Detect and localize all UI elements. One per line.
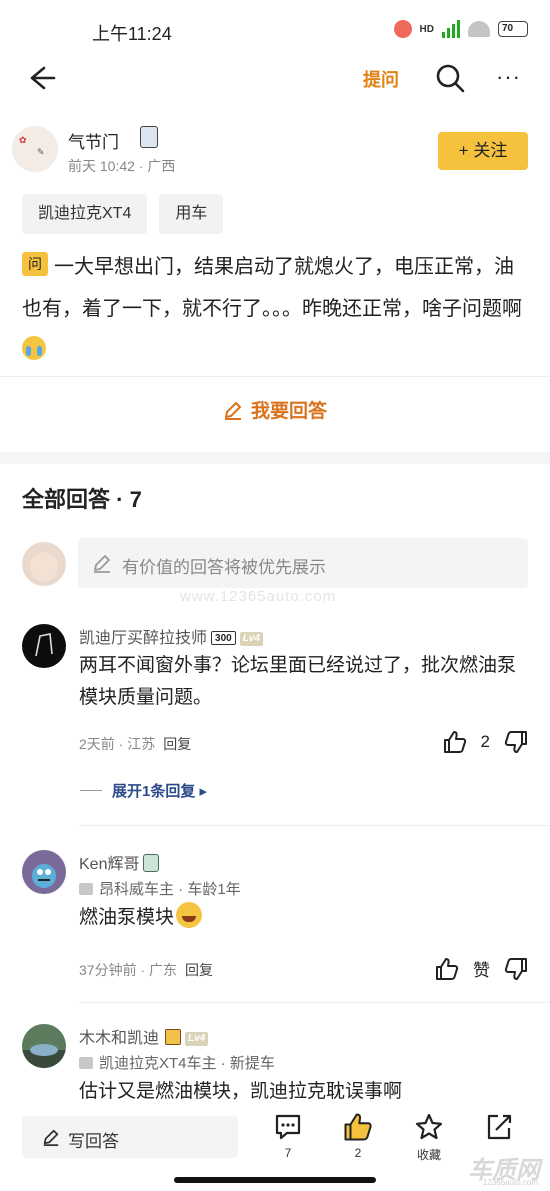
status-bar: 上午11:24 HD 70 [0,0,550,56]
search-icon[interactable] [434,62,466,94]
all-answers-heading: 全部回答 · 7 [22,487,142,512]
brand-logo-icon [79,1057,93,1069]
site-logo-url: 12365auto.com [482,1178,538,1187]
level-badge: Lv4 [185,1032,209,1046]
top-nav: 提问 ··· [0,56,550,100]
favorite-label: 收藏 [416,1148,441,1162]
comments-button[interactable]: 7 [260,1112,316,1160]
author-avatar[interactable]: ✿ ✎ [12,126,58,172]
level-badge: Lv4 [239,632,263,646]
expand-line [80,790,102,791]
calendar-badge-icon [165,1029,182,1045]
comment-input: 有价值的回答将被优先展示 [22,538,528,588]
comment-icon [275,1114,301,1140]
wifi-icon [468,21,490,37]
expand-replies-link[interactable]: 展开1条回复 ▸ [80,780,207,801]
tag-category[interactable]: 用车 [159,194,224,234]
hd-label: HD [419,23,434,35]
author-name[interactable]: 气节门 [68,128,119,153]
reply-actions: 赞 [435,956,528,981]
comment-field[interactable]: 有价值的回答将被优先展示 [78,538,528,588]
reply-author-sub: 昂科威车主 · 车龄1年 [79,878,241,899]
brand-logo-icon [79,883,93,895]
reply-avatar[interactable] [22,1024,66,1068]
ask-button[interactable]: 提问 [363,66,399,92]
follow-button[interactable]: + 关注 [438,132,528,170]
like-label: 赞 [473,961,490,980]
thumbs-up-filled-icon [344,1113,372,1141]
write-answer-label: 写回答 [68,1132,119,1151]
answer-button-label: 我要回答 [250,401,327,422]
reply-body: 燃油泵模块 [79,902,529,934]
alarm-icon [393,20,412,38]
divider [0,376,550,377]
more-icon[interactable]: ··· [496,64,521,90]
like-icon[interactable] [443,730,467,754]
like-post-button[interactable]: 2 [330,1112,386,1160]
status-time: 上午11:24 [92,24,172,44]
battery-icon: 70 [498,21,528,37]
answer-button[interactable]: 我要回答 [0,396,550,423]
question-author: ✿ ✎ 气节门 前天 10:42 · 广西 + 关注 [12,126,538,184]
my-avatar [22,542,66,586]
section-gap [0,452,550,464]
reply-item: 木木和凯迪 Lv4 凯迪拉克XT4车主 · 新提车 估计又是燃油模块，凯迪拉克耽误… [22,1024,528,1114]
watermark: www.12365auto.com [180,588,337,605]
reply-avatar[interactable] [22,850,66,894]
like-count: 2 [480,732,490,751]
reply-actions: 2 [443,730,528,754]
share-icon [487,1114,512,1140]
reply-button[interactable]: 回复 [185,962,213,978]
write-answer-button[interactable]: 写回答 [22,1116,238,1158]
question-badge: 问 [22,252,48,276]
divider [79,1002,550,1003]
favorite-button[interactable]: 收藏 [401,1112,457,1163]
car-owner-badge-icon [143,854,160,872]
pen-icon [94,555,110,573]
pen-icon [224,402,241,420]
crying-emoji-icon [22,336,46,360]
dislike-icon[interactable] [504,730,528,754]
reply-author-sub: 凯迪拉克XT4车主 · 新提车 [79,1052,275,1073]
dislike-icon[interactable] [504,957,528,981]
reply-button[interactable]: 回复 [163,736,191,752]
reply-item: Ken辉哥 昂科威车主 · 车龄1年 燃油泵模块 37分钟前 · 广东 回复 赞 [22,850,528,990]
reply-author[interactable]: Ken辉哥 [79,850,160,874]
author-meta: 前天 10:42 · 广西 [68,158,176,174]
divider [79,825,550,826]
reply-body: 两耳不闻窗外事？论坛里面已经说过了，批次燃油泵模块质量问题。 [79,655,517,708]
share-button[interactable] [471,1112,527,1142]
signal-icon [442,20,460,38]
reply-footer: 2天前 · 江苏 回复 [79,736,192,752]
status-icons: HD 70 [393,20,528,38]
star-icon [415,1113,443,1140]
comments-count: 7 [284,1146,292,1160]
question-body: 问一大早想出门，结果启动了就熄火了，电压正常，油也有，着了一下，就不行了。。。昨… [22,246,528,372]
reply-footer: 37分钟前 · 广东 回复 [79,962,214,978]
author-medal-icon [140,126,158,148]
answer-count: 7 [129,487,142,512]
reply-body: 估计又是燃油模块，凯迪拉克耽误事啊 [79,1081,403,1102]
reply-author[interactable]: 木木和凯迪 Lv4 [79,1024,209,1048]
tag-car-model[interactable]: 凯迪拉克XT4 [22,194,148,234]
rank-badge: 300 [211,631,236,645]
battery-level: 70 [502,23,514,34]
question-tags: 凯迪拉克XT4 用车 [22,194,224,234]
home-indicator[interactable] [174,1177,376,1183]
back-arrow-icon[interactable] [24,62,56,94]
laughing-emoji-icon [176,902,203,928]
question-text: 一大早想出门，结果启动了就熄火了，电压正常，油也有，着了一下，就不行了。。。昨晚… [22,256,522,320]
reply-avatar[interactable] [22,624,66,668]
pen-icon [43,1129,59,1146]
reply-author[interactable]: 凯迪厅买醉拉技师 300 Lv4 [79,624,263,648]
reply-item: 凯迪厅买醉拉技师 300 Lv4 两耳不闻窗外事？论坛里面已经说过了，批次燃油泵模块… [22,624,528,804]
likes-count: 2 [354,1146,362,1160]
like-icon[interactable] [435,957,459,981]
comment-placeholder: 有价值的回答将被优先展示 [122,558,326,577]
